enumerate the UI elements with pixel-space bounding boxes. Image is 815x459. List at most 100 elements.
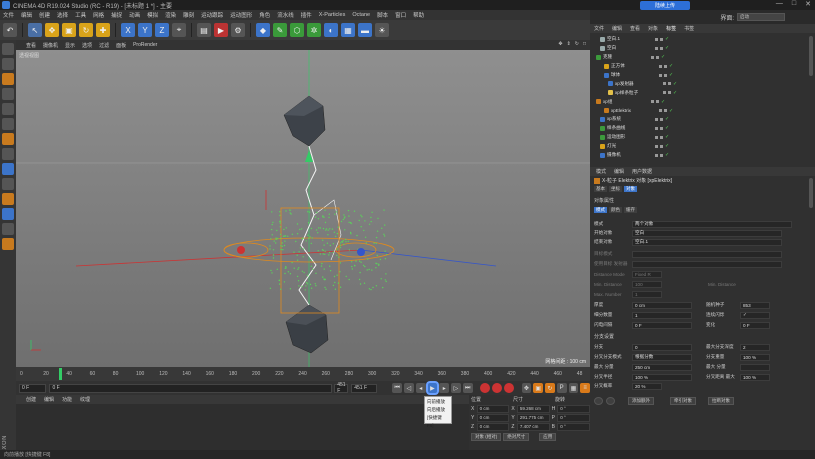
add-effects-button[interactable]: 添加额外 (628, 397, 654, 405)
scale-key-icon[interactable]: ▣ (533, 383, 544, 393)
sculpt-icon[interactable] (2, 223, 14, 235)
record-keys-icon[interactable] (480, 383, 491, 393)
menu-item[interactable]: 动画 (129, 11, 140, 19)
object-row[interactable]: xp样条粒子 ✓ (608, 88, 815, 97)
param-key-icon[interactable]: P (556, 383, 567, 393)
object-manager-menu-item[interactable]: 对象 (648, 25, 658, 32)
maximize-view-icon[interactable]: □ (583, 41, 586, 47)
go-to-end-icon[interactable]: ⏭ (462, 383, 473, 393)
menu-item[interactable]: 运动图形 (230, 11, 252, 19)
floor-icon[interactable]: ▦ (341, 23, 355, 37)
start-frame-field[interactable]: 0 F (19, 383, 47, 393)
play-forward-icon[interactable]: ▶ (427, 383, 438, 393)
object-manager-menu-item[interactable]: 标签 (666, 25, 676, 32)
visibility-flags[interactable] (663, 82, 671, 86)
go-to-start-icon[interactable]: ⏮ (392, 383, 403, 393)
object-row[interactable]: xp发射器 ✓ (608, 79, 815, 88)
next-frame-icon[interactable]: ▸ (439, 383, 450, 393)
attribute-field[interactable]: 0 F (632, 321, 692, 329)
enabled-check-icon[interactable]: ✓ (669, 72, 673, 78)
render-picture-viewer-icon[interactable]: ▶ (214, 23, 228, 37)
pen-icon[interactable]: ✎ (273, 23, 287, 37)
undo-icon[interactable]: ↶ (3, 23, 17, 37)
layout-select[interactable]: 启动 (737, 13, 785, 21)
array-icon[interactable]: ✲ (307, 23, 321, 37)
menu-item[interactable]: 选择 (57, 11, 68, 19)
visibility-flags[interactable] (655, 153, 663, 157)
coordinate-field[interactable]: 7.407 cm (516, 422, 550, 431)
enabled-check-icon[interactable]: ✓ (673, 81, 677, 87)
object-row[interactable]: 运动图形 ✓ (600, 133, 815, 142)
object-row[interactable]: 空白.1 ✓ (600, 35, 815, 44)
attribute-menu-item[interactable]: 编辑 (614, 168, 624, 175)
menu-item[interactable]: 模拟 (147, 11, 158, 19)
edit-render-settings-icon[interactable]: ⚙ (231, 23, 245, 37)
coordinate-system-icon[interactable]: ⌖ (172, 23, 186, 37)
frame-range-slider[interactable]: 0 F (49, 383, 333, 393)
rotate-tool-icon[interactable]: ↻ (79, 23, 93, 37)
light-icon[interactable]: ☀ (375, 23, 389, 37)
axis-mode-icon[interactable] (2, 148, 14, 160)
previous-frame-icon[interactable]: ◂ (415, 383, 426, 393)
tab-cache[interactable]: 缓存 (624, 207, 637, 213)
attribute-menu-item[interactable]: 用户数据 (632, 168, 652, 175)
attribute-field[interactable]: 根据分数 (632, 353, 692, 361)
visibility-flags[interactable] (655, 135, 663, 139)
object-row[interactable]: 样条曲线 ✓ (600, 124, 815, 133)
viewport-menu-item[interactable]: 过滤 (99, 42, 109, 49)
attribute-field[interactable]: 853 (740, 301, 770, 309)
workplane-icon[interactable] (2, 88, 14, 100)
visibility-flags[interactable] (655, 117, 663, 121)
visibility-flags[interactable] (663, 91, 671, 95)
maximize-icon[interactable]: □ (792, 0, 796, 8)
timeline-window-icon[interactable]: ≡ (580, 383, 591, 393)
autokey-icon[interactable] (492, 383, 502, 393)
material-menu-item[interactable]: 功能 (62, 396, 72, 403)
object-row[interactable]: 克隆 ✓ (596, 53, 815, 62)
object-row[interactable]: xp系统 ✓ (600, 115, 815, 124)
next-keyframe-icon[interactable]: ▷ (451, 383, 461, 393)
enabled-check-icon[interactable]: ✓ (665, 36, 669, 42)
pla-key-icon[interactable]: ▦ (568, 383, 579, 393)
menu-item[interactable]: Octane (352, 12, 370, 18)
attribute-field[interactable]: 2 (740, 343, 770, 351)
apply-button[interactable]: 应用 (539, 432, 557, 441)
coordinate-field[interactable]: 59.268 cm (516, 404, 550, 413)
timeline-ruler[interactable]: 0 20 40 60 80 100 120 140 160 180 200 220 240 260 280 3… (16, 367, 590, 381)
menu-item[interactable]: 渲染 (165, 11, 176, 19)
preset-icon[interactable] (606, 397, 615, 405)
visibility-flags[interactable] (659, 109, 667, 113)
material-menu-item[interactable]: 纹理 (80, 396, 90, 403)
minimize-icon[interactable]: — (776, 0, 783, 8)
move-view-icon[interactable]: ✥ (558, 41, 562, 47)
material-menu-item[interactable]: 创建 (26, 396, 36, 403)
attach-object-button[interactable]: 拉断对象 (708, 397, 734, 405)
enabled-check-icon[interactable]: ✓ (661, 99, 665, 105)
upload-button[interactable]: 陆续上传 (640, 1, 690, 10)
coordinate-field[interactable]: 0 ° (557, 404, 591, 413)
playhead[interactable] (59, 368, 62, 380)
edges-mode-icon[interactable] (2, 118, 14, 130)
workplane-lock-icon[interactable] (2, 208, 14, 220)
y-axis-icon[interactable]: Y (138, 23, 152, 37)
menu-item[interactable]: 流水线 (277, 11, 294, 19)
polygons-mode-icon[interactable] (2, 133, 14, 145)
cube-icon[interactable]: ◆ (256, 23, 270, 37)
attributes-scrollbar[interactable] (809, 178, 813, 208)
object-row[interactable]: 灯光 ✓ (600, 142, 815, 151)
tab-object[interactable]: 对象 (624, 186, 637, 192)
position-key-icon[interactable]: ✥ (521, 383, 532, 393)
pull-object-button[interactable]: 牵引对象 (670, 397, 696, 405)
perspective-viewport[interactable]: 透视视图 网格间距 : 100 cm (16, 50, 590, 367)
menu-item[interactable]: 雕刻 (183, 11, 194, 19)
object-row[interactable]: 空白 ✓ (600, 44, 815, 53)
size-mode-select[interactable]: 绝对尺寸 (503, 432, 530, 441)
lock-icon[interactable] (2, 178, 14, 190)
attribute-menu-item[interactable]: 模式 (596, 168, 606, 175)
object-row[interactable]: xpElektrix ✓ (604, 106, 815, 115)
attribute-field[interactable]: ✓ (740, 311, 770, 319)
end-frame-field-a[interactable]: 451 F (334, 382, 349, 394)
branch-probability-field[interactable]: 20 % (632, 382, 662, 390)
model-mode-icon[interactable] (2, 58, 14, 70)
subdivision-icon[interactable]: ⬡ (290, 23, 304, 37)
